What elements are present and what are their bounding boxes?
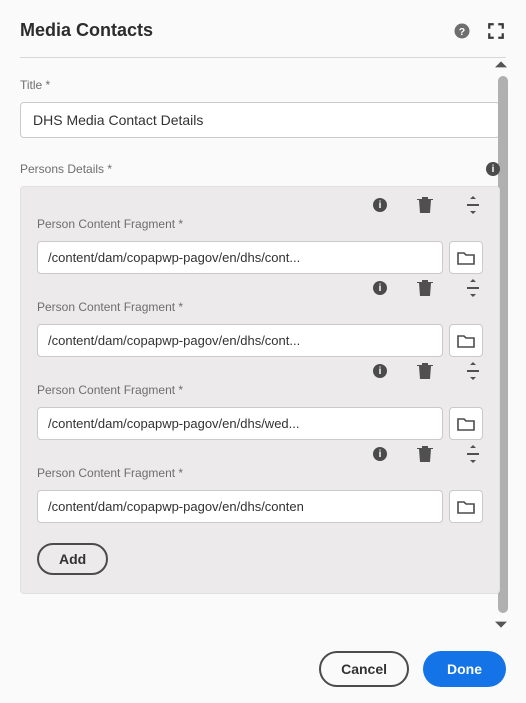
fragment-path-input[interactable] bbox=[37, 407, 443, 440]
multifield-item: i Person Content Fragment * bbox=[37, 363, 483, 440]
trash-icon[interactable] bbox=[415, 361, 435, 381]
info-icon[interactable]: i bbox=[373, 364, 387, 378]
title-input[interactable] bbox=[20, 102, 500, 138]
dialog-header: Media Contacts ? bbox=[20, 20, 506, 58]
dialog-footer: Cancel Done bbox=[20, 629, 506, 687]
fragment-label: Person Content Fragment * bbox=[37, 217, 483, 231]
fragment-label: Person Content Fragment * bbox=[37, 466, 483, 480]
trash-icon[interactable] bbox=[415, 278, 435, 298]
cancel-button[interactable]: Cancel bbox=[319, 651, 409, 687]
done-button[interactable]: Done bbox=[423, 651, 506, 687]
reorder-icon[interactable] bbox=[463, 195, 483, 215]
reorder-icon[interactable] bbox=[463, 278, 483, 298]
folder-icon[interactable] bbox=[449, 324, 483, 357]
fragment-label: Person Content Fragment * bbox=[37, 383, 483, 397]
form-scroll: Title * Persons Details * i i Person Con… bbox=[20, 60, 506, 629]
fragment-path-input[interactable] bbox=[37, 241, 443, 274]
svg-text:?: ? bbox=[459, 25, 465, 37]
trash-icon[interactable] bbox=[415, 195, 435, 215]
fragment-path-input[interactable] bbox=[37, 490, 443, 523]
persons-details-label: Persons Details * bbox=[20, 162, 112, 176]
trash-icon[interactable] bbox=[415, 444, 435, 464]
title-label: Title * bbox=[20, 78, 500, 92]
info-icon[interactable]: i bbox=[486, 162, 500, 176]
multifield-item: i Person Content Fragment * bbox=[37, 280, 483, 357]
header-actions: ? bbox=[452, 21, 506, 41]
folder-icon[interactable] bbox=[449, 241, 483, 274]
scroll-up-icon[interactable] bbox=[492, 56, 510, 74]
scroll-down-icon[interactable] bbox=[492, 615, 510, 633]
reorder-icon[interactable] bbox=[463, 361, 483, 381]
reorder-icon[interactable] bbox=[463, 444, 483, 464]
info-icon[interactable]: i bbox=[373, 281, 387, 295]
dialog-title: Media Contacts bbox=[20, 20, 153, 41]
multifield-item: i Person Content Fragment * bbox=[37, 197, 483, 274]
add-button[interactable]: Add bbox=[37, 543, 108, 575]
media-contacts-dialog: Media Contacts ? Title * Persons Details… bbox=[0, 0, 526, 703]
help-icon[interactable]: ? bbox=[452, 21, 472, 41]
fragment-label: Person Content Fragment * bbox=[37, 300, 483, 314]
info-icon[interactable]: i bbox=[373, 447, 387, 461]
fullscreen-icon[interactable] bbox=[486, 21, 506, 41]
folder-icon[interactable] bbox=[449, 490, 483, 523]
persons-multifield: i Person Content Fragment * i bbox=[20, 186, 500, 594]
multifield-item: i Person Content Fragment * bbox=[37, 446, 483, 523]
dialog-body: Title * Persons Details * i i Person Con… bbox=[20, 60, 506, 629]
info-icon[interactable]: i bbox=[373, 198, 387, 212]
folder-icon[interactable] bbox=[449, 407, 483, 440]
persons-details-group: Persons Details * i i Person Content Fra… bbox=[20, 162, 500, 594]
fragment-path-input[interactable] bbox=[37, 324, 443, 357]
